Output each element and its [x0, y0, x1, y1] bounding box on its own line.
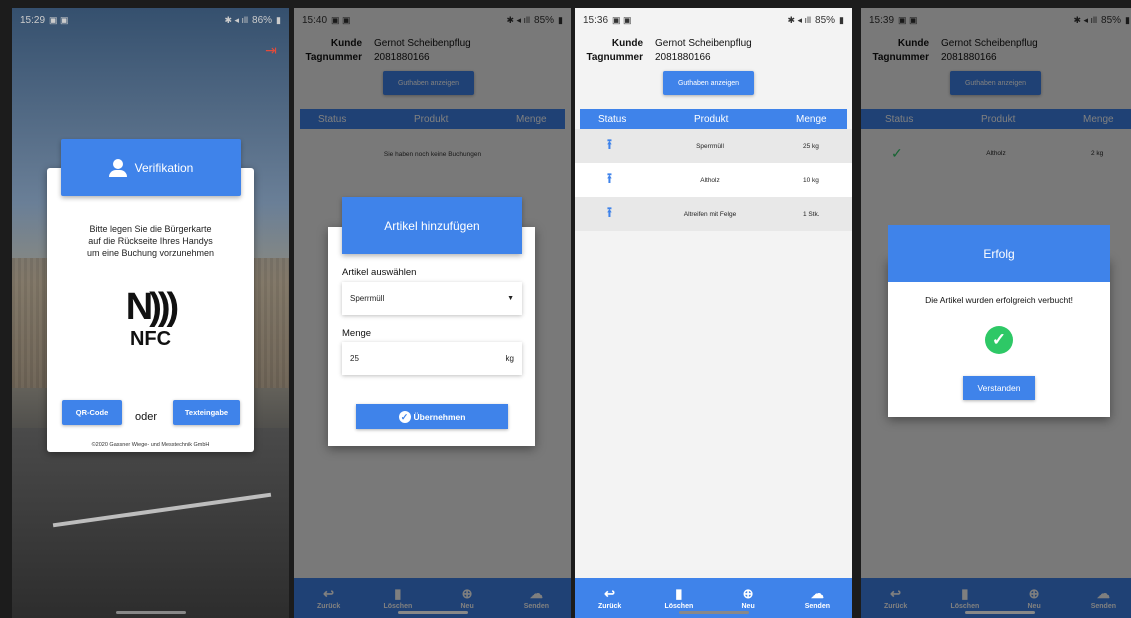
table-header: Status Produkt Menge	[580, 109, 847, 129]
quantity-unit: kg	[505, 354, 514, 363]
instruction-line: auf die Rückseite Ihres Handys	[88, 236, 213, 246]
row-quantity: 10 kg	[803, 176, 819, 184]
notification-icon: ▣ ▣	[49, 14, 69, 25]
status-bar: 15:36 ▣ ▣ ✱ ◂ ıll 85% ▮	[575, 8, 852, 32]
home-indicator[interactable]	[397, 611, 468, 614]
signal-icon: ✱ ◂ ıll	[224, 14, 249, 25]
home-indicator[interactable]	[964, 611, 1035, 614]
quantity-input[interactable]: 25 kg	[342, 342, 522, 375]
battery-icon: ▮	[839, 14, 844, 25]
phone-screen-success: 15:39▣ ▣ ✱ ◂ ıll85%▮ Kunde Gernot Scheib…	[861, 8, 1131, 618]
understood-button[interactable]: Verstanden	[963, 376, 1035, 400]
home-indicator[interactable]	[678, 611, 749, 614]
table-row[interactable]: ⭱ Altreifen mit Felge 1 Stk.	[575, 197, 852, 231]
phone-screen-add-article: 15:40▣ ▣ ✱ ◂ ıll85%▮ Kunde Gernot Scheib…	[294, 8, 571, 618]
quantity-label: Menge	[342, 328, 372, 339]
tag-label: Tagnummer	[586, 52, 644, 63]
column-product: Produkt	[694, 113, 729, 125]
upload-arrow-icon: ⭱	[607, 170, 612, 186]
nfc-logo: N))) NFC	[47, 286, 254, 350]
row-product: Altholz	[700, 176, 720, 184]
column-status: Status	[598, 113, 627, 125]
nfc-label: NFC	[129, 328, 172, 350]
copyright-text: ©2020 Gassner Wiege- und Messtechnik Gmb…	[91, 442, 210, 448]
nav-new[interactable]: ⊕Neu	[723, 585, 773, 610]
cloud-upload-icon: ☁	[810, 585, 824, 601]
customer-row: Kunde Gernot Scheibenpflug	[575, 38, 752, 49]
instruction-line: Bitte legen Sie die Bürgerkarte	[89, 224, 212, 234]
dropdown-arrow-icon: ▼	[507, 295, 514, 302]
logout-icon[interactable]: ⇥	[263, 42, 279, 58]
notification-icon: ▣ ▣	[612, 14, 632, 25]
nav-back[interactable]: ↩Zurück	[585, 585, 635, 610]
customer-label: Kunde	[611, 38, 643, 49]
status-time: 15:36	[583, 14, 609, 26]
battery-level: 85%	[815, 14, 836, 26]
signal-icon: ✱ ◂ ıll	[787, 14, 812, 25]
upload-arrow-icon: ⭱	[607, 136, 612, 152]
nav-new-label: Neu	[741, 602, 755, 610]
dialog-title: Erfolg	[888, 225, 1110, 282]
confirm-button-label: Übernehmen	[413, 411, 466, 422]
table-row[interactable]: ⭱ Altholz 10 kg	[575, 163, 852, 197]
instruction-line: um eine Buchung vorzunehmen	[86, 248, 215, 258]
or-text: oder	[135, 411, 158, 423]
nav-send[interactable]: ☁Senden	[792, 585, 842, 610]
article-select-label: Artikel auswählen	[342, 267, 417, 278]
verification-header: Verifikation	[61, 139, 241, 196]
nav-back-label: Zurück	[597, 602, 622, 610]
success-check-icon: ✓	[985, 326, 1013, 354]
upload-arrow-icon: ⭱	[607, 204, 612, 220]
dialog-title: Artikel hinzufügen	[342, 197, 522, 254]
status-bar: 15:29 ▣ ▣ ✱ ◂ ıll 86% ▮	[12, 8, 289, 32]
tag-row: Tagnummer 2081880166	[575, 52, 711, 63]
background-road	[12, 428, 289, 618]
nav-delete-label: Löschen	[664, 602, 694, 610]
text-input-button[interactable]: Texteingabe	[173, 400, 240, 425]
instruction-text: Bitte legen Sie die Bürgerkarte auf die …	[47, 223, 254, 259]
table-row[interactable]: ⭱ Sperrmüll 25 kg	[575, 129, 852, 163]
phone-screen-booking-list: 15:36 ▣ ▣ ✱ ◂ ıll 85% ▮ Kunde Gernot Scheib…	[575, 8, 852, 618]
check-icon: ✓	[398, 410, 411, 423]
trash-icon: ▮	[675, 585, 683, 601]
battery-level: 86%	[252, 14, 273, 26]
home-indicator[interactable]	[115, 611, 186, 614]
verification-title: Verifikation	[134, 160, 194, 175]
customer-name: Gernot Scheibenpflug	[655, 38, 752, 49]
confirm-button[interactable]: ✓ Übernehmen	[356, 404, 508, 429]
battery-icon: ▮	[276, 14, 281, 25]
plus-circle-icon: ⊕	[742, 585, 754, 601]
article-select-value: Sperrmüll	[350, 294, 385, 303]
row-product: Sperrmüll	[696, 142, 724, 150]
nfc-icon: N)))	[125, 286, 179, 328]
column-quantity: Menge	[796, 113, 827, 125]
article-select[interactable]: Sperrmüll ▼	[342, 282, 522, 315]
row-quantity: 25 kg	[803, 142, 819, 150]
phone-screen-verification: 15:29 ▣ ▣ ✱ ◂ ıll 86% ▮ ⇥ Verifikation Bitt…	[12, 8, 289, 618]
row-quantity: 1 Stk.	[803, 210, 820, 218]
user-icon	[108, 158, 127, 177]
show-balance-button[interactable]: Guthaben anzeigen	[663, 71, 754, 95]
back-arrow-icon: ↩	[604, 585, 616, 601]
tag-number: 2081880166	[655, 52, 711, 63]
qr-code-button[interactable]: QR-Code	[62, 400, 122, 425]
row-product: Altreifen mit Felge	[683, 210, 737, 218]
success-message: Die Artikel wurden erfolgreich verbucht!	[925, 295, 1073, 305]
nav-delete[interactable]: ▮Löschen	[654, 585, 704, 610]
nav-send-label: Senden	[804, 602, 831, 610]
quantity-value: 25	[350, 354, 359, 363]
status-time: 15:29	[20, 14, 46, 26]
